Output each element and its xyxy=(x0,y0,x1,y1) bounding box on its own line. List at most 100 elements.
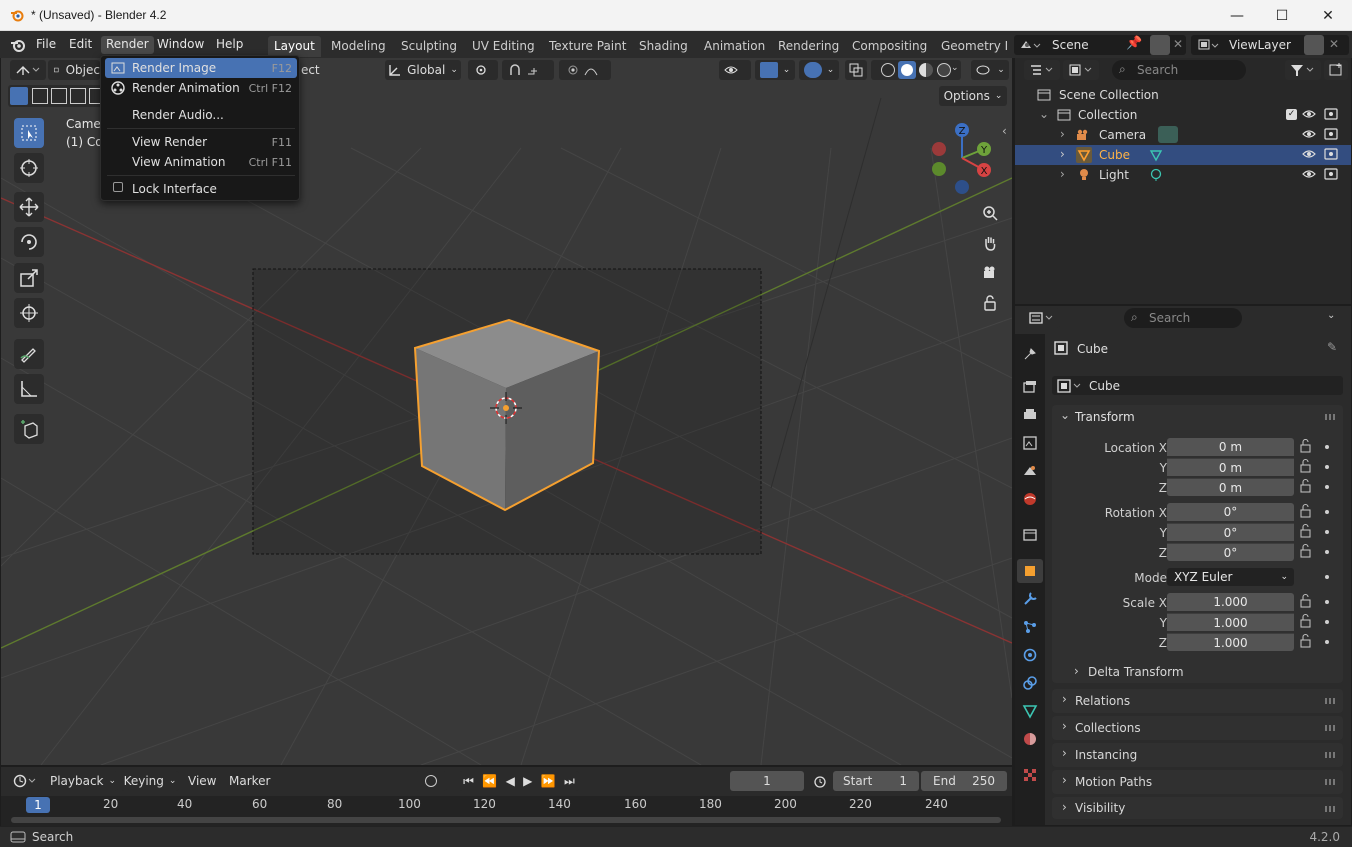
pin-icon[interactable]: ✎ xyxy=(1327,340,1337,354)
timeline-marker-menu[interactable]: Marker xyxy=(229,774,270,788)
play-reverse-icon[interactable]: ◀ xyxy=(506,774,515,788)
overlay-toggle[interactable]: ⌄ xyxy=(799,60,839,80)
annotate-tool[interactable] xyxy=(14,339,44,369)
visibility-button[interactable] xyxy=(719,60,751,80)
drag-handle-icon[interactable] xyxy=(1325,698,1337,704)
filter-button[interactable] xyxy=(1285,60,1321,80)
tab-geometry-nodes[interactable]: Geometry No xyxy=(935,36,1007,57)
camera-view-button[interactable] xyxy=(976,259,1004,287)
viewlayer-selector[interactable]: ViewLayer ✕ xyxy=(1191,35,1349,55)
options-dropdown[interactable]: Options ⌄ xyxy=(939,86,1007,106)
move-tool[interactable] xyxy=(14,192,44,222)
drag-handle-icon[interactable] xyxy=(1325,725,1337,731)
cursor-tool[interactable] xyxy=(14,153,44,183)
proportional-editing-button[interactable] xyxy=(559,60,611,80)
tab-physics[interactable] xyxy=(1017,643,1043,667)
properties-options-chevron-icon[interactable]: ⌄ xyxy=(1327,310,1335,321)
properties-search-input[interactable]: ⌕ Search xyxy=(1124,308,1242,328)
tab-data[interactable] xyxy=(1017,699,1043,723)
end-frame-field[interactable]: End 250 xyxy=(921,771,1007,791)
location-y-field[interactable]: 0 m xyxy=(1167,458,1294,476)
navigation-gizmo[interactable]: Z Y X xyxy=(926,121,1001,196)
scene-visibility-button[interactable]: ⌄ xyxy=(971,60,1009,80)
drag-handle-icon[interactable] xyxy=(1325,779,1337,785)
select-box-tool[interactable] xyxy=(14,118,44,148)
tab-constraints[interactable] xyxy=(1017,671,1043,695)
scale-z-field[interactable]: 1.000 xyxy=(1167,633,1294,651)
play-icon[interactable]: ▶ xyxy=(523,774,532,788)
add-cube-tool[interactable] xyxy=(14,414,44,444)
xray-toggle[interactable] xyxy=(845,60,867,80)
tab-layout[interactable]: Layout xyxy=(268,36,321,57)
zoom-button[interactable] xyxy=(976,199,1004,227)
instancing-panel[interactable]: › Instancing xyxy=(1052,743,1343,767)
rotation-mode-dropdown[interactable]: XYZ Euler ⌄ xyxy=(1167,568,1294,586)
current-frame-field[interactable]: 1 xyxy=(730,771,804,791)
tab-view-layer[interactable] xyxy=(1017,431,1043,455)
tab-uv-editing[interactable]: UV Editing xyxy=(466,36,541,57)
timeline-view-menu[interactable]: View xyxy=(188,774,216,788)
rotation-z-field[interactable]: 0° xyxy=(1167,543,1294,561)
exclude-checkbox[interactable]: ✓ xyxy=(1286,109,1297,120)
close-button[interactable]: ✕ xyxy=(1305,0,1351,31)
collections-panel[interactable]: › Collections xyxy=(1052,716,1343,740)
solid-shading-icon[interactable] xyxy=(898,61,916,79)
snapping-button[interactable] xyxy=(502,60,554,80)
tab-render[interactable] xyxy=(1017,375,1043,399)
editor-type-button[interactable] xyxy=(10,60,46,80)
select-subtract-icon[interactable] xyxy=(51,88,67,104)
object-datablock-field[interactable]: Cube xyxy=(1052,376,1343,395)
tab-output[interactable] xyxy=(1017,403,1043,427)
tab-texture[interactable] xyxy=(1017,763,1043,787)
visibility-columns[interactable] xyxy=(1301,108,1345,184)
lock-and-keyframe-columns[interactable] xyxy=(1298,439,1332,651)
timeline-ruler[interactable]: 1 20 40 60 80 100 120 140 160 180 200 22… xyxy=(1,796,1012,826)
tab-rendering[interactable]: Rendering xyxy=(772,36,845,57)
drag-handle-icon[interactable] xyxy=(1325,414,1337,420)
transform-orientation-dropdown[interactable]: Global ⌄ xyxy=(385,60,461,80)
menu-file[interactable]: File xyxy=(31,36,61,54)
new-collection-button[interactable] xyxy=(1324,60,1348,80)
scale-tool[interactable] xyxy=(14,263,44,293)
tab-world[interactable] xyxy=(1017,487,1043,511)
menu-window[interactable]: Window xyxy=(152,36,209,54)
display-mode-button[interactable] xyxy=(1063,60,1099,80)
delta-transform-subpanel[interactable]: › Delta Transform xyxy=(1060,662,1343,683)
rotation-y-field[interactable]: 0° xyxy=(1167,523,1294,541)
menu-view-render[interactable]: View Render F11 xyxy=(105,132,297,152)
camera-data-icon[interactable] xyxy=(1158,126,1178,143)
properties-editor-type[interactable] xyxy=(1024,308,1060,328)
tab-modifiers[interactable] xyxy=(1017,587,1043,611)
tab-animation[interactable]: Animation xyxy=(698,36,771,57)
scene-selector[interactable]: Scene 📌 ✕ xyxy=(1014,35,1186,55)
shading-dropdown-icon[interactable]: ⌄ xyxy=(951,63,959,73)
pin-icon[interactable]: 📌 xyxy=(1126,36,1142,51)
select-invert-icon[interactable] xyxy=(70,88,86,104)
menu-help[interactable]: Help xyxy=(211,36,248,54)
prev-keyframe-icon[interactable]: ⏪ xyxy=(482,774,497,788)
lock-camera-button[interactable] xyxy=(976,289,1004,317)
outliner-search-input[interactable]: ⌕ Search xyxy=(1112,60,1246,80)
tab-tool[interactable] xyxy=(1017,342,1043,366)
timeline-editor-type[interactable] xyxy=(9,771,41,791)
rotate-tool[interactable] xyxy=(14,227,44,257)
rotation-x-field[interactable]: 0° xyxy=(1167,503,1294,521)
expand-chevron-icon[interactable]: › xyxy=(1060,167,1065,181)
mode-dropdown[interactable]: Objec xyxy=(48,60,100,80)
location-z-field[interactable]: 0 m xyxy=(1167,478,1294,496)
menu-render-image[interactable]: Render Image F12 xyxy=(105,58,297,78)
start-frame-field[interactable]: Start 1 xyxy=(833,771,919,791)
rendered-shading-icon[interactable] xyxy=(937,63,951,77)
menu-render-animation[interactable]: Render Animation Ctrl F12 xyxy=(105,78,297,98)
gizmo-toggle[interactable]: ⌄ xyxy=(755,60,795,80)
tab-material[interactable] xyxy=(1017,727,1043,751)
tab-object[interactable] xyxy=(1017,559,1043,583)
pan-button[interactable] xyxy=(976,229,1004,257)
transform-panel-header[interactable]: ⌄ Transform xyxy=(1052,405,1343,429)
remove-scene-icon[interactable]: ✕ xyxy=(1173,37,1183,51)
wireframe-shading-icon[interactable] xyxy=(881,63,895,77)
pivot-point-button[interactable] xyxy=(468,60,498,80)
tab-sculpting[interactable]: Sculpting xyxy=(395,36,463,57)
new-scene-button[interactable] xyxy=(1150,35,1170,55)
material-shading-icon[interactable] xyxy=(919,63,933,77)
